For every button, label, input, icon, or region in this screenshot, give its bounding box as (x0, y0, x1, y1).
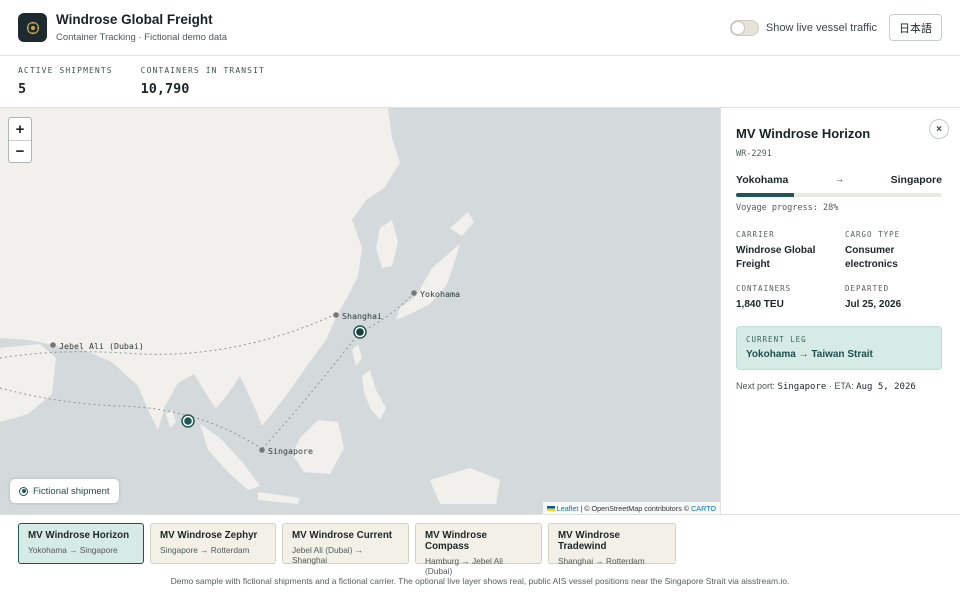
language-button[interactable]: 日本語 (889, 14, 942, 41)
info-containers: CONTAINERS 1,840 TEU (736, 284, 845, 312)
zoom-control: + − (8, 117, 32, 163)
port-label-singapore: Singapore (268, 446, 313, 456)
shipment-card-current[interactable]: MV Windrose Current Jebel Ali (Dubai) → … (282, 523, 409, 565)
stat-value: 10,790 (140, 81, 190, 97)
stat-containers-in-transit: CONTAINERS IN TRANSIT 10,790 (141, 66, 265, 107)
carto-link[interactable]: CARTO (691, 504, 716, 513)
shipment-card-compass[interactable]: MV Windrose Compass Hamburg → Jebel Ali … (415, 523, 542, 576)
info-label: DEPARTED (845, 284, 890, 293)
port-label-jebel-ali: Jebel Ali (Dubai) (59, 341, 144, 351)
map-attribution: Leaflet | © OpenStreetMap contributors ©… (542, 502, 720, 514)
eta-value: Aug 5, 2026 (856, 382, 916, 392)
shipment-card-horizon[interactable]: MV Windrose Horizon Yokohama → Singapore (18, 523, 144, 564)
info-label: CARGO TYPE (845, 230, 901, 239)
app-header: Windrose Global Freight Container Tracki… (0, 0, 960, 56)
shipment-list: MV Windrose Horizon Yokohama → Singapore… (0, 514, 960, 576)
app-subtitle: Container Tracking · Fictional demo data (56, 32, 228, 43)
shipment-name: MV Windrose Tradewind (558, 530, 620, 552)
ukraine-flag-icon (546, 505, 555, 511)
next-port-prefix: Next port: (736, 381, 776, 391)
stats-bar: ACTIVE SHIPMENTS 5 CONTAINERS IN TRANSIT… (0, 56, 960, 108)
shipment-name: MV Windrose Horizon (28, 530, 130, 541)
voyage-progress-bar (736, 193, 942, 197)
info-departed: DEPARTED Jul 25, 2026 (845, 284, 942, 312)
info-label: CARRIER (736, 230, 775, 239)
next-port-line: Next port: Singapore · ETA: Aug 5, 2026 (736, 381, 942, 392)
current-leg-label: CURRENT LEG (746, 335, 807, 344)
info-value: Jul 25, 2026 (845, 299, 902, 310)
shipment-name: MV Windrose Zephyr (160, 530, 258, 541)
voyage-progress-text: Voyage progress: 28% (736, 203, 839, 213)
eta-prefix: · ETA: (828, 381, 854, 391)
info-cargo-type: CARGO TYPE Consumer electronics (845, 230, 942, 272)
live-traffic-label[interactable]: Show live vessel traffic (766, 22, 877, 34)
compass-logo-icon (18, 13, 47, 42)
vessel-details-panel: × MV Windrose Horizon WR-2291 Yokohama →… (720, 108, 960, 514)
shipment-marker-icon (19, 486, 28, 496)
route-arrow: → (834, 174, 844, 184)
port-label-shanghai: Shanghai (342, 311, 382, 321)
map-view[interactable]: Yokohama Shanghai Jebel Ali (Dubai) Sing… (0, 108, 720, 514)
current-leg-value: Yokohama → Taiwan Strait (746, 349, 873, 360)
vessel-id: WR-2291 (736, 149, 772, 159)
stat-value: 5 (18, 81, 27, 97)
app-title: Windrose Global Freight (56, 12, 213, 27)
vessel-info-grid: CARRIER Windrose Global Freight CARGO TY… (736, 230, 942, 312)
current-leg-box: CURRENT LEG Yokohama → Taiwan Strait (736, 326, 942, 370)
legend-label: Fictional shipment (33, 485, 110, 497)
port-label-yokohama: Yokohama (420, 289, 460, 299)
stat-active-shipments: ACTIVE SHIPMENTS 5 (18, 66, 113, 107)
route-origin: Yokohama (736, 174, 789, 186)
info-value: 1,840 TEU (736, 299, 784, 310)
leaflet-link[interactable]: Leaflet (557, 504, 579, 513)
shipment-card-zephyr[interactable]: MV Windrose Zephyr Singapore → Rotterdam (150, 523, 276, 564)
stat-label: CONTAINERS IN TRANSIT (140, 66, 265, 75)
info-value: Windrose Global Freight (736, 245, 816, 270)
shipment-route: Jebel Ali (Dubai) → Shanghai (292, 545, 364, 565)
attribution-text: | © OpenStreetMap contributors © (580, 503, 690, 513)
route-destination: Singapore (890, 174, 942, 186)
zoom-out-button[interactable]: − (9, 140, 31, 162)
close-panel-button[interactable]: × (929, 119, 949, 139)
voyage-progress-fill (736, 193, 794, 197)
map-legend: Fictional shipment (10, 479, 119, 503)
vessel-name: MV Windrose Horizon (736, 126, 871, 141)
shipment-name: MV Windrose Compass (425, 530, 487, 552)
info-value: Consumer electronics (845, 245, 898, 270)
shipment-name: MV Windrose Current (292, 530, 393, 541)
zoom-in-button[interactable]: + (9, 118, 31, 140)
info-carrier: CARRIER Windrose Global Freight (736, 230, 845, 272)
route-row: Yokohama → Singapore (736, 174, 942, 186)
footer-note: Demo sample with fictional shipments and… (170, 576, 790, 586)
shipment-card-tradewind[interactable]: MV Windrose Tradewind Shanghai → Rotterd… (548, 523, 676, 566)
toggle-knob (731, 21, 744, 34)
shipment-route: Singapore → Rotterdam (160, 545, 250, 555)
shipment-route: Hamburg → Jebel Ali (Dubai) (425, 556, 503, 576)
shipment-route: Shanghai → Rotterdam (558, 556, 645, 566)
info-label: CONTAINERS (736, 284, 792, 293)
live-traffic-toggle[interactable] (729, 19, 759, 36)
shipment-route: Yokohama → Singapore (28, 545, 118, 555)
stat-label: ACTIVE SHIPMENTS (18, 66, 113, 75)
next-port-value: Singapore (777, 382, 827, 392)
